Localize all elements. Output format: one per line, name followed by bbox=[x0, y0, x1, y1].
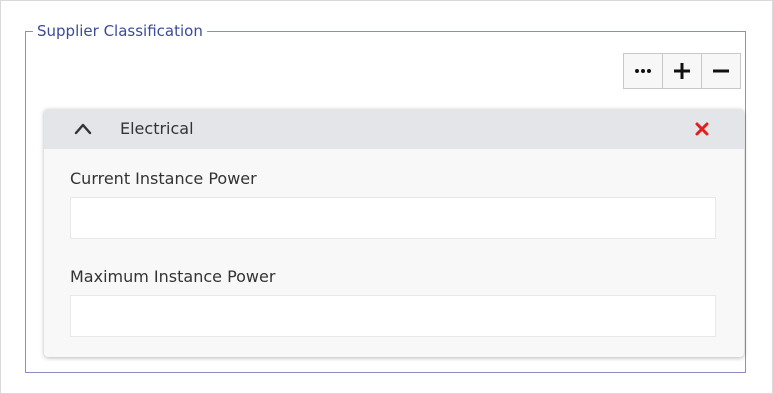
card-title: Electrical bbox=[120, 119, 194, 138]
ellipsis-icon bbox=[635, 69, 651, 73]
remove-button[interactable] bbox=[702, 54, 740, 88]
add-button[interactable] bbox=[663, 54, 702, 88]
maximum-instance-power-label: Maximum Instance Power bbox=[70, 267, 276, 286]
plus-icon bbox=[674, 63, 690, 79]
maximum-instance-power-input[interactable] bbox=[70, 295, 716, 337]
current-instance-power-input[interactable] bbox=[70, 197, 716, 239]
section-toolbar bbox=[623, 53, 741, 89]
current-instance-power-label: Current Instance Power bbox=[70, 169, 257, 188]
more-options-button[interactable] bbox=[624, 54, 663, 88]
section-legend: Supplier Classification bbox=[33, 21, 207, 41]
minus-icon bbox=[713, 69, 729, 73]
electrical-card: Electrical Current Instance Power Maximu… bbox=[44, 109, 744, 357]
chevron-up-icon[interactable] bbox=[72, 119, 94, 139]
card-header[interactable]: Electrical bbox=[44, 109, 744, 149]
close-icon[interactable] bbox=[694, 121, 710, 137]
